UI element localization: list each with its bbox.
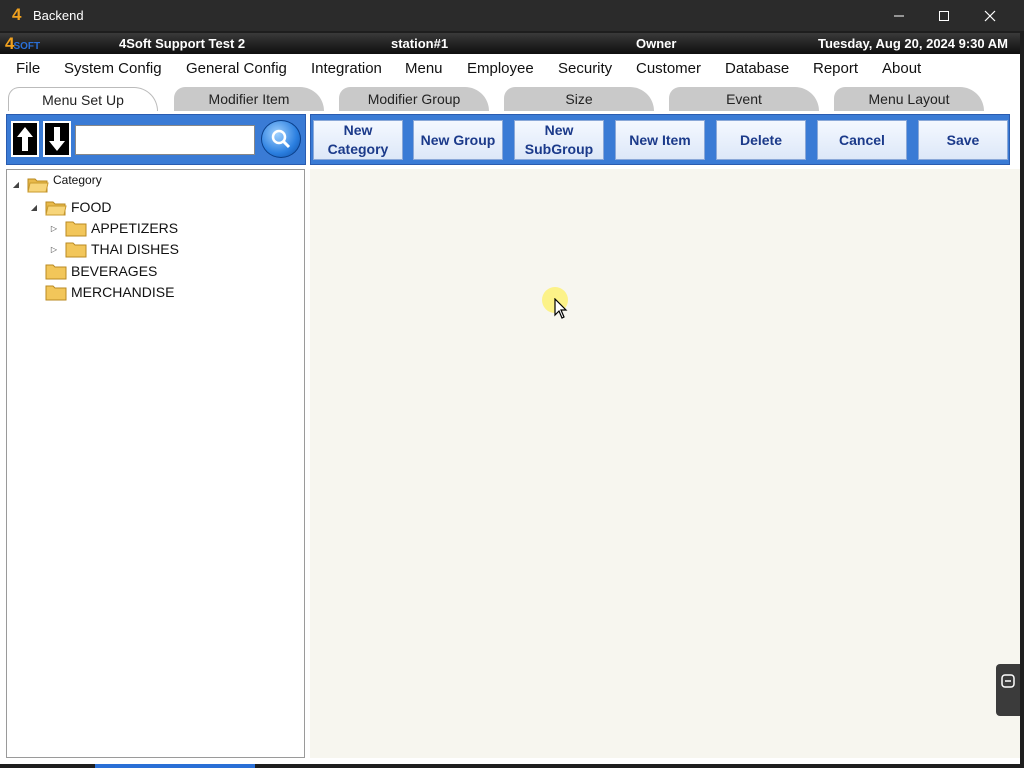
tree-node-thai-dishes[interactable]: ▷ THAI DISHES: [49, 239, 179, 259]
category-tree: ◢ Category ◢ FOOD ▷ APPETIZERS ▷ THAI DI…: [6, 169, 305, 758]
folder-icon: [65, 221, 87, 236]
app-logo-icon: 4: [12, 5, 22, 24]
window-title: Backend: [33, 8, 84, 23]
tree-label: MERCHANDISE: [71, 284, 175, 300]
tree-label: APPETIZERS: [91, 220, 179, 236]
menu-bar: File System Config General Config Integr…: [0, 54, 1020, 84]
menu-integration[interactable]: Integration: [311, 60, 382, 77]
tree-label: BEVERAGES: [71, 263, 158, 279]
tree-node-appetizers[interactable]: ▷ APPETIZERS: [49, 218, 178, 238]
save-button[interactable]: Save: [918, 120, 1008, 160]
mouse-cursor-icon: [554, 298, 568, 319]
brand-logo-text: SOFT: [13, 41, 41, 52]
current-datetime: Tuesday, Aug 20, 2024 9:30 AM: [817, 36, 1008, 51]
tab-modifier-group[interactable]: Modifier Group: [339, 87, 489, 111]
menu-report[interactable]: Report: [813, 60, 858, 77]
menu-employee[interactable]: Employee: [467, 60, 534, 77]
info-bar: 4SOFT 4Soft Support Test 2 station#1 Own…: [0, 33, 1020, 54]
maximize-button[interactable]: [921, 0, 967, 31]
folder-open-icon: [27, 178, 49, 192]
folder-open-icon: [45, 201, 67, 215]
expanded-icon[interactable]: ◢: [11, 180, 21, 189]
side-panel-handle[interactable]: [996, 664, 1020, 716]
tree-node-beverages[interactable]: BEVERAGES: [29, 261, 157, 281]
menu-security[interactable]: Security: [558, 60, 612, 77]
app-window: 4 Backend 4SOFT 4Soft Support Test 2 sta…: [0, 0, 1024, 768]
station-name: station#1: [391, 36, 449, 51]
arrow-up-icon: [17, 127, 33, 151]
tab-event[interactable]: Event: [669, 87, 819, 111]
cancel-button[interactable]: Cancel: [817, 120, 907, 160]
tab-menu-set-up[interactable]: Menu Set Up: [8, 87, 158, 111]
tree-label: Category: [53, 173, 102, 187]
tree-label: THAI DISHES: [91, 241, 179, 257]
content-panel[interactable]: [310, 169, 1020, 758]
title-bar: 4 Backend: [0, 0, 1024, 31]
search-icon: [271, 129, 291, 149]
menu-general-config[interactable]: General Config: [186, 60, 287, 77]
action-toolbar: New Category New Group New SubGroup New …: [310, 114, 1010, 165]
folder-icon: [65, 242, 87, 257]
new-group-button[interactable]: New Group: [413, 120, 503, 160]
tree-node-category[interactable]: ◢ Category: [11, 173, 102, 194]
close-icon: [984, 10, 996, 21]
new-subgroup-button[interactable]: New SubGroup: [514, 120, 604, 160]
expanded-icon[interactable]: ◢: [29, 203, 39, 212]
menu-system-config[interactable]: System Config: [64, 60, 162, 77]
move-down-button[interactable]: [43, 121, 71, 157]
menu-about[interactable]: About: [882, 60, 921, 77]
folder-icon: [45, 264, 67, 279]
tree-label: FOOD: [71, 199, 112, 215]
tab-size[interactable]: Size: [504, 87, 654, 111]
minimize-button[interactable]: [876, 0, 922, 31]
taskbar-indicator: [95, 764, 255, 768]
collapsed-icon[interactable]: ▷: [49, 224, 59, 233]
tree-toolbar: [6, 114, 306, 165]
brand-logo: 4SOFT: [5, 34, 40, 54]
menu-file[interactable]: File: [16, 60, 40, 77]
menu-menu[interactable]: Menu: [405, 60, 443, 77]
menu-customer[interactable]: Customer: [636, 60, 701, 77]
company-name: 4Soft Support Test 2: [119, 36, 246, 51]
delete-button[interactable]: Delete: [716, 120, 806, 160]
menu-database[interactable]: Database: [725, 60, 789, 77]
tree-node-merchandise[interactable]: MERCHANDISE: [29, 282, 174, 302]
user-role: Owner: [636, 36, 677, 51]
tab-bar: Menu Set Up Modifier Item Modifier Group…: [0, 84, 1020, 112]
arrow-down-icon: [49, 127, 65, 151]
tree-node-food[interactable]: ◢ FOOD: [29, 197, 111, 217]
close-button[interactable]: [967, 0, 1013, 31]
maximize-icon: [939, 10, 949, 21]
collapsed-icon[interactable]: ▷: [49, 245, 59, 254]
new-item-button[interactable]: New Item: [615, 120, 705, 160]
search-button[interactable]: [261, 120, 301, 158]
search-input[interactable]: [75, 125, 255, 155]
folder-icon: [45, 285, 67, 300]
main-area: File System Config General Config Integr…: [0, 54, 1020, 764]
new-category-button[interactable]: New Category: [313, 120, 403, 160]
move-up-button[interactable]: [11, 121, 39, 157]
collapse-icon: [1001, 674, 1015, 688]
tab-modifier-item[interactable]: Modifier Item: [174, 87, 324, 111]
minimize-icon: [894, 15, 904, 16]
tab-menu-layout[interactable]: Menu Layout: [834, 87, 984, 111]
